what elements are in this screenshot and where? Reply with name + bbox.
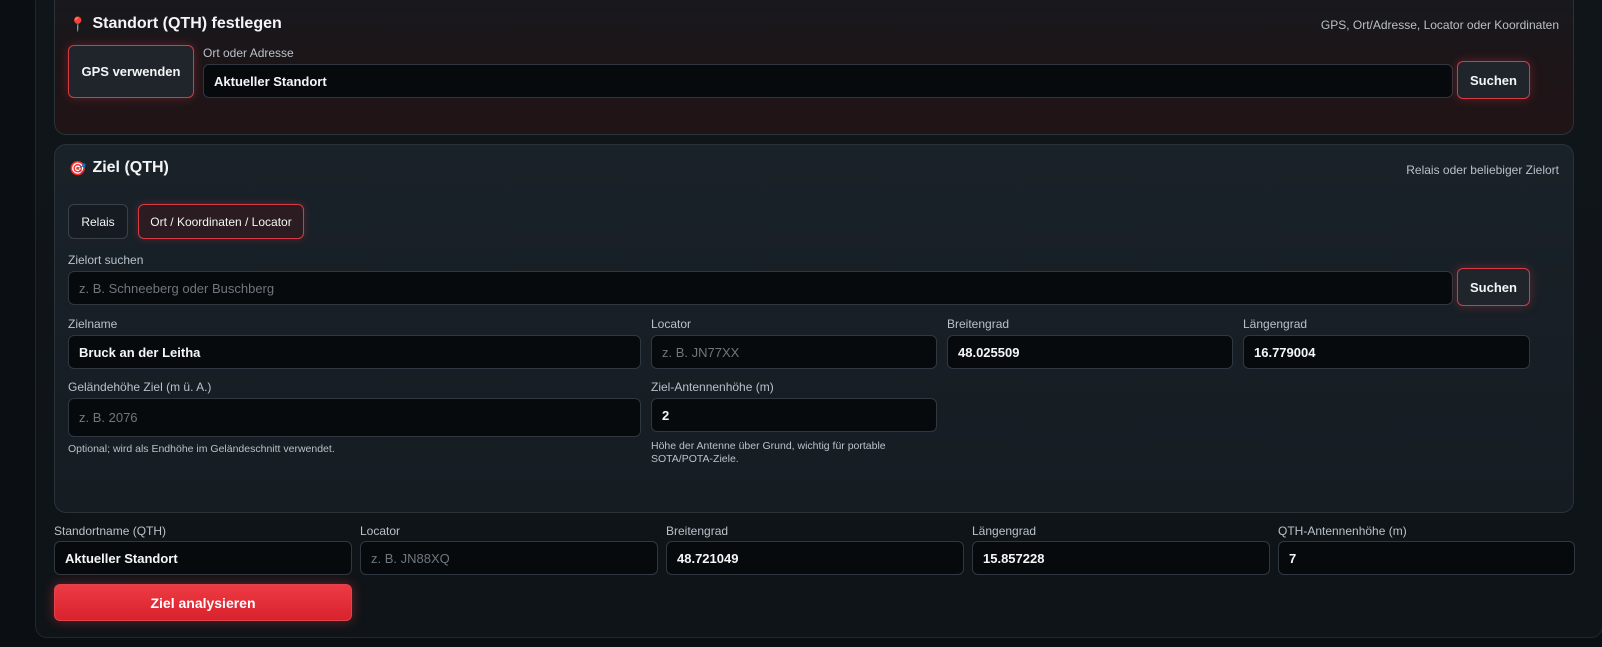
qth-locator-input[interactable]: [360, 541, 658, 575]
target-search-input[interactable]: [68, 271, 1453, 305]
qth-locator-label: Locator: [360, 524, 401, 538]
analyze-target-button[interactable]: Ziel analysieren: [54, 584, 352, 621]
target-locator-input[interactable]: [651, 335, 937, 369]
qth-lon-label: Längengrad: [972, 524, 1037, 538]
qth-card-hint: GPS, Ort/Adresse, Locator oder Koordinat…: [1320, 18, 1559, 32]
qth-antenna-label: QTH-Antennenhöhe (m): [1278, 524, 1407, 538]
target-card-hint: Relais oder beliebiger Zielort: [1406, 163, 1559, 177]
gps-button[interactable]: GPS verwenden: [68, 45, 194, 98]
target-antenna-label: Ziel-Antennenhöhe (m): [651, 380, 774, 394]
target-antenna-help-line1: Höhe der Antenne über Grund, wichtig für…: [651, 440, 886, 452]
target-locator-label: Locator: [651, 317, 692, 331]
target-lon-label: Längengrad: [1243, 317, 1308, 331]
target-antenna-help: Höhe der Antenne über Grund, wichtig für…: [651, 440, 886, 466]
qth-card-title: 📍 Standort (QTH) festlegen: [69, 15, 282, 33]
tab-ort-koordinaten-locator[interactable]: Ort / Koordinaten / Locator: [138, 204, 304, 239]
target-lon-input[interactable]: [1243, 335, 1530, 369]
target-elevation-label: Geländehöhe Ziel (m ü. A.): [68, 380, 212, 394]
target-antenna-help-line2: SOTA/POTA-Ziele.: [651, 453, 739, 465]
pin-icon: 📍: [69, 15, 87, 32]
qth-card: 📍 Standort (QTH) festlegen GPS, Ort/Adre…: [54, 0, 1574, 135]
target-lat-label: Breitengrad: [947, 317, 1010, 331]
address-label: Ort oder Adresse: [203, 46, 294, 60]
target-lat-input[interactable]: [947, 335, 1233, 369]
target-name-label: Zielname: [68, 317, 118, 331]
target-antenna-input[interactable]: [651, 398, 937, 432]
qth-antenna-input[interactable]: [1278, 541, 1575, 575]
qth-lat-label: Breitengrad: [666, 524, 729, 538]
qth-name-label: Standortname (QTH): [54, 524, 167, 538]
target-name-input[interactable]: [68, 335, 641, 369]
address-input[interactable]: [203, 64, 1453, 98]
qth-lon-input[interactable]: [972, 541, 1270, 575]
target-card: 🎯 Ziel (QTH) Relais oder beliebiger Ziel…: [54, 144, 1574, 513]
target-card-title: 🎯 Ziel (QTH): [69, 159, 169, 177]
target-icon: 🎯: [69, 159, 87, 176]
target-elevation-help: Optional; wird als Endhöhe im Geländesch…: [68, 443, 335, 455]
qth-name-input[interactable]: [54, 541, 352, 575]
tab-relais[interactable]: Relais: [68, 204, 128, 239]
qth-lat-input[interactable]: [666, 541, 964, 575]
target-card-title-text: Ziel (QTH): [92, 159, 169, 176]
target-search-button[interactable]: Suchen: [1457, 268, 1530, 306]
target-elevation-input[interactable]: [68, 398, 641, 437]
target-search-label: Zielort suchen: [68, 253, 144, 267]
qth-card-title-text: Standort (QTH) festlegen: [92, 15, 282, 32]
address-search-button[interactable]: Suchen: [1457, 61, 1530, 99]
